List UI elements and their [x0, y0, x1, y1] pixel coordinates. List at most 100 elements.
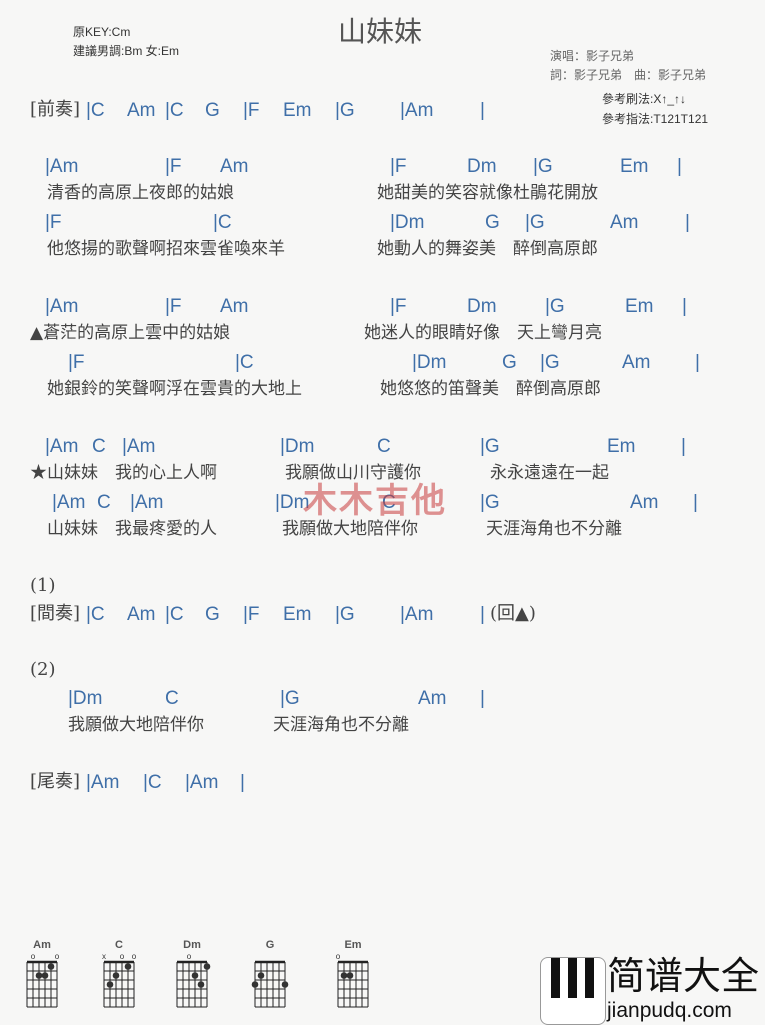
chord: |F — [243, 100, 260, 121]
chord: Em — [283, 100, 312, 121]
open-string-mark: o — [31, 952, 36, 961]
chord: Em — [625, 296, 654, 317]
lyric: ★山妹妹 我的心上人啊 — [30, 463, 217, 483]
chord: |F — [243, 604, 260, 625]
part-label: (2) — [30, 659, 56, 680]
finger-dot — [281, 981, 289, 988]
chord: | — [480, 688, 485, 709]
chord-grid: o — [336, 952, 369, 1008]
chord: G — [205, 100, 220, 121]
chord: | — [480, 604, 485, 625]
finger-dot — [35, 972, 43, 979]
lyric: 她迷人的眼睛好像 天上彎月亮 — [364, 323, 602, 343]
finger-dot — [191, 972, 199, 979]
open-string-mark: o — [336, 952, 341, 961]
chord: Am — [127, 604, 156, 625]
part-label: (1) — [30, 575, 56, 596]
finger-dot — [340, 972, 348, 979]
chord: |Am — [45, 296, 79, 317]
chord: |F — [45, 212, 62, 233]
chord: |G — [533, 156, 553, 177]
song-title: 山妹妹 — [338, 16, 423, 47]
chord: C — [377, 436, 391, 457]
chord-diagram-c: Cxoo — [96, 940, 142, 1008]
lyric: ▲蒼茫的高原上雲中的姑娘 — [30, 323, 231, 343]
finger-dot — [47, 963, 55, 970]
chord: | — [693, 492, 698, 513]
chord: |F — [165, 156, 182, 177]
chord: |Am — [45, 436, 79, 457]
chord-grid: oo — [26, 952, 60, 1008]
lyric: 我願做大地陪伴你 — [68, 715, 204, 735]
chord: Am — [127, 100, 156, 121]
chord: |Am — [185, 772, 219, 793]
chord: Am — [630, 492, 659, 513]
strum-pattern: 參考刷法:X↑_↑↓ — [602, 92, 687, 106]
singer: 演唱：影子兄弟 — [550, 49, 635, 63]
chord: |G — [480, 436, 500, 457]
chord: |F — [165, 296, 182, 317]
lyric: 他悠揚的歌聲啊招來雲雀喚來羊 — [47, 239, 285, 259]
finger-dot — [257, 972, 265, 979]
finger-dot — [203, 963, 211, 970]
chord: | — [681, 436, 686, 457]
chord: C — [165, 688, 179, 709]
chord: | — [677, 156, 682, 177]
chord: |F — [68, 352, 85, 373]
chord-grid: o — [176, 952, 211, 1008]
logo-url: jianpudq.com — [607, 999, 732, 1022]
open-string-mark: o — [132, 952, 137, 961]
chord: |C — [165, 604, 184, 625]
chord: |Am — [52, 492, 86, 513]
finger-dot — [346, 972, 354, 979]
lyric: 山妹妹 我最疼愛的人 — [47, 519, 217, 539]
chord-diagram-em: Em o — [330, 940, 376, 1008]
chord-diagram-g: G — [247, 940, 293, 1008]
chord: |G — [280, 688, 300, 709]
chord: |F — [390, 296, 407, 317]
finger-dot — [124, 963, 132, 970]
chord: Em — [283, 604, 312, 625]
chord: |Dm — [412, 352, 447, 373]
open-string-mark: o — [55, 952, 60, 961]
lyric: 她悠悠的笛聲美 醉倒高原郎 — [380, 379, 601, 399]
chord: |G — [525, 212, 545, 233]
chord: G — [205, 604, 220, 625]
chord: |G — [545, 296, 565, 317]
chord: | — [682, 296, 687, 317]
lyric: 她動人的舞姿美 醉倒高原郎 — [377, 239, 598, 259]
watermark: 木木吉他 — [303, 482, 447, 520]
open-string-mark: o — [187, 952, 192, 961]
piano-logo-icon — [540, 957, 606, 1025]
chord: Am — [220, 296, 249, 317]
lyric: 我願做山川守護你 — [285, 463, 421, 483]
chord: |G — [480, 492, 500, 513]
finger-dot — [41, 972, 49, 979]
original-key: 原KEY:Cm — [73, 25, 131, 39]
chord: | — [480, 100, 485, 121]
chord: |C — [86, 604, 105, 625]
chord: Dm — [467, 156, 497, 177]
lyric: 天涯海角也不分離 — [486, 519, 622, 539]
chord: |F — [390, 156, 407, 177]
lyric: 她甜美的笑容就像杜鵑花開放 — [377, 183, 598, 203]
lyric: 永永遠遠在一起 — [490, 463, 609, 483]
logo-name: 简谱大全 — [607, 956, 760, 998]
chord: |G — [335, 604, 355, 625]
lyric: 她銀鈴的笑聲啊浮在雲貴的大地上 — [47, 379, 302, 399]
finger-dot — [251, 981, 259, 988]
chord: | — [695, 352, 700, 373]
chord: Am — [622, 352, 651, 373]
chord-grid: x oo — [102, 952, 137, 1008]
chord-diagram-dm: Dm o — [169, 940, 215, 1008]
outro-tag: [尾奏] — [30, 771, 81, 792]
chord: G — [502, 352, 517, 373]
chord: |Dm — [280, 436, 315, 457]
chord: |Am — [400, 604, 434, 625]
chord-sheet: 山妹妹 原KEY:Cm 建議男調:Bm 女:Em 演唱：影子兄弟 詞：影子兄弟 … — [0, 0, 765, 1025]
finger-dot — [197, 981, 205, 988]
chord: |Am — [122, 436, 156, 457]
chord: |Dm — [390, 212, 425, 233]
finger-dot — [106, 981, 114, 988]
chord: |Am — [400, 100, 434, 121]
